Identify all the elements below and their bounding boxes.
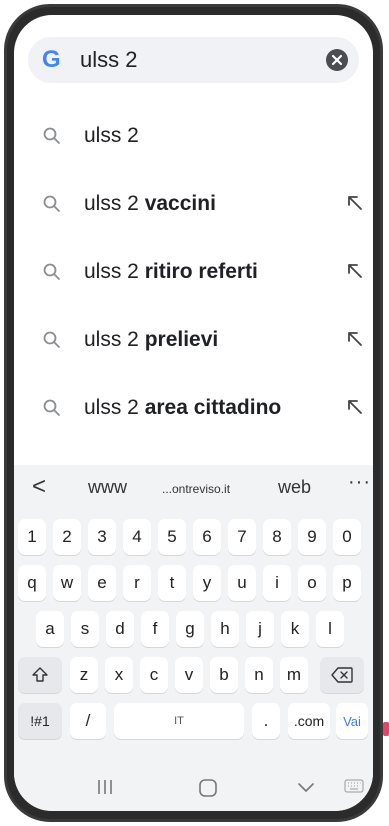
magnifier-icon xyxy=(43,263,60,280)
navigation-bar xyxy=(14,765,373,811)
prediction-item[interactable]: web xyxy=(278,477,311,498)
key[interactable]: 3 xyxy=(88,519,116,555)
keyboard-icon[interactable] xyxy=(344,779,364,793)
go-key[interactable]: Vai xyxy=(336,703,368,739)
more-options-icon[interactable]: ··· xyxy=(348,471,371,494)
suggestion-item[interactable]: ulss 2 vaccini xyxy=(14,175,373,235)
suggestion-item[interactable]: ulss 2 area cittadino xyxy=(14,379,373,439)
key[interactable]: m xyxy=(280,657,308,693)
arrow-up-left-icon[interactable] xyxy=(346,398,364,416)
space-key[interactable]: IT xyxy=(114,703,244,739)
key[interactable]: p xyxy=(333,565,361,601)
key[interactable]: l xyxy=(316,611,344,647)
key[interactable]: 9 xyxy=(298,519,326,555)
period-key[interactable]: . xyxy=(252,703,280,739)
key[interactable]: r xyxy=(123,565,151,601)
key[interactable]: y xyxy=(193,565,221,601)
magnifier-icon xyxy=(43,195,60,212)
key[interactable]: d xyxy=(106,611,134,647)
back-chevron-icon[interactable] xyxy=(296,777,316,797)
key[interactable]: 0 xyxy=(333,519,361,555)
recents-icon[interactable] xyxy=(96,777,114,797)
suggestion-text: ulss 2 ritiro referti xyxy=(84,260,258,283)
key[interactable]: 4 xyxy=(123,519,151,555)
key[interactable]: t xyxy=(158,565,186,601)
slash-key[interactable]: / xyxy=(70,703,106,739)
suggestion-item[interactable]: ulss 2 prelievi xyxy=(14,311,373,371)
key[interactable]: 5 xyxy=(158,519,186,555)
key[interactable]: u xyxy=(228,565,256,601)
key[interactable]: w xyxy=(53,565,81,601)
prediction-item[interactable]: www xyxy=(88,477,127,498)
key[interactable]: a xyxy=(36,611,64,647)
shift-icon xyxy=(32,667,48,682)
prediction-item[interactable]: ...ontreviso.it xyxy=(162,482,230,496)
arrow-up-left-icon[interactable] xyxy=(346,262,364,280)
suggestion-text: ulss 2 prelievi xyxy=(84,328,219,351)
suggestion-text: ulss 2 area cittadino xyxy=(84,396,282,419)
suggestion-text: ulss 2 xyxy=(84,124,139,147)
key[interactable]: i xyxy=(263,565,291,601)
key[interactable]: q xyxy=(18,565,46,601)
magnifier-icon xyxy=(43,331,60,348)
prediction-back-button[interactable]: < xyxy=(32,473,46,501)
key[interactable]: f xyxy=(141,611,169,647)
key[interactable]: 7 xyxy=(228,519,256,555)
key[interactable]: v xyxy=(175,657,203,693)
suggestion-item[interactable]: ulss 2 ritiro referti xyxy=(14,243,373,303)
key[interactable]: z xyxy=(70,657,98,693)
search-input[interactable]: ulss 2 xyxy=(80,47,137,73)
key[interactable]: k xyxy=(281,611,309,647)
google-logo-icon: G xyxy=(42,46,61,73)
key[interactable]: n xyxy=(245,657,273,693)
key[interactable]: s xyxy=(71,611,99,647)
magnifier-icon xyxy=(43,399,60,416)
screen: G ulss 2 ulss 2 ulss 2 vaccini ulss 2 ri… xyxy=(14,15,373,811)
keyboard: < www ...ontreviso.it web ··· 1 2 3 4 5 … xyxy=(14,465,373,811)
key[interactable]: j xyxy=(246,611,274,647)
search-bar[interactable]: G ulss 2 xyxy=(28,37,359,83)
backspace-key[interactable] xyxy=(320,657,364,693)
key[interactable]: 1 xyxy=(18,519,46,555)
home-icon[interactable] xyxy=(197,777,219,799)
key[interactable]: x xyxy=(105,657,133,693)
backspace-icon xyxy=(331,667,353,683)
clear-circle-icon[interactable] xyxy=(325,48,349,72)
arrow-up-left-icon[interactable] xyxy=(346,330,364,348)
arrow-up-left-icon[interactable] xyxy=(346,194,364,212)
dotcom-key[interactable]: .com xyxy=(288,703,330,739)
key[interactable]: 2 xyxy=(53,519,81,555)
key[interactable]: b xyxy=(210,657,238,693)
key[interactable]: h xyxy=(211,611,239,647)
key[interactable]: 8 xyxy=(263,519,291,555)
suggestion-text: ulss 2 vaccini xyxy=(84,192,216,215)
key[interactable]: g xyxy=(176,611,204,647)
prediction-bar: < www ...ontreviso.it web ··· xyxy=(14,465,373,511)
symbols-key[interactable]: !#1 xyxy=(18,703,62,739)
side-indicator xyxy=(383,722,389,736)
magnifier-icon xyxy=(43,127,60,144)
key[interactable]: 6 xyxy=(193,519,221,555)
key[interactable]: e xyxy=(88,565,116,601)
shift-key[interactable] xyxy=(18,657,62,693)
suggestion-item[interactable]: ulss 2 xyxy=(14,107,373,167)
key[interactable]: o xyxy=(298,565,326,601)
phone-frame: G ulss 2 ulss 2 ulss 2 vaccini ulss 2 ri… xyxy=(4,4,383,822)
key[interactable]: c xyxy=(140,657,168,693)
